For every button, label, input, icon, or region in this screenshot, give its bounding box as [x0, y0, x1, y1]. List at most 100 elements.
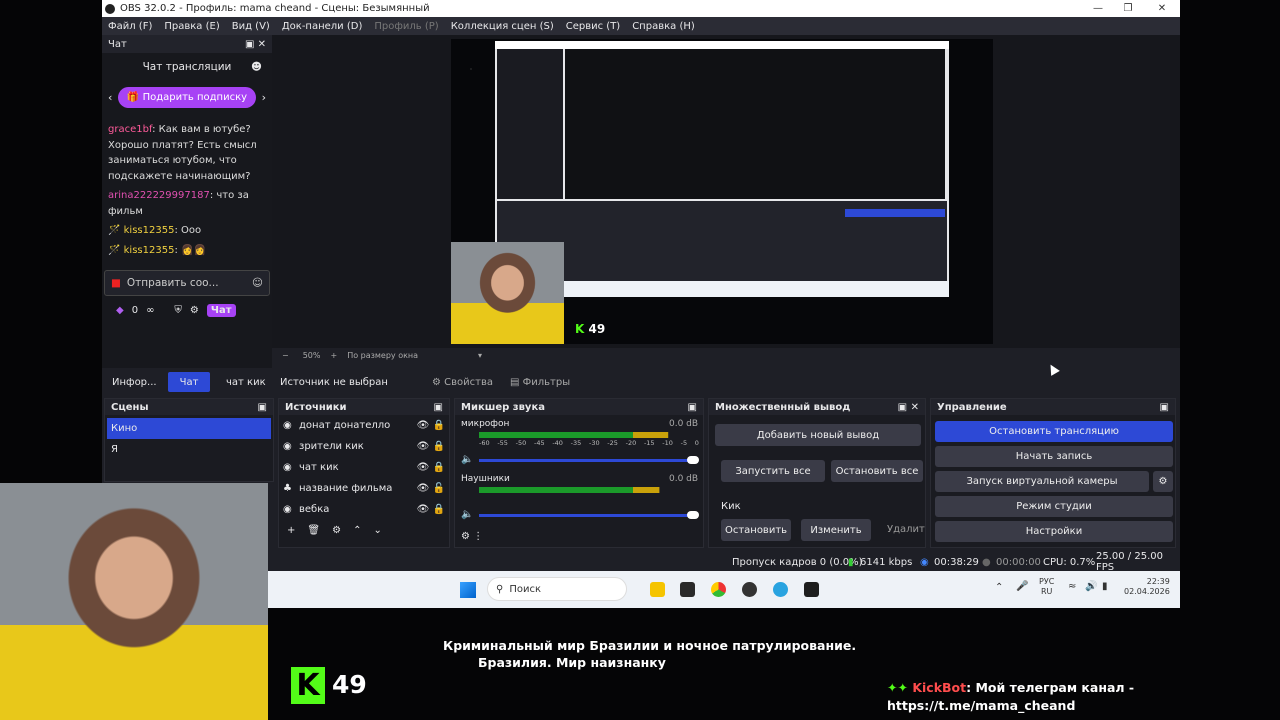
menu-docks[interactable]: Док-панели (D) [276, 21, 369, 32]
clock[interactable]: 22:39 02.04.2026 [1124, 577, 1170, 597]
maximize-icon[interactable]: ❐ [1112, 0, 1144, 17]
chevron-up-icon[interactable]: ⌃ [995, 582, 1003, 593]
close-dock-icon[interactable]: ✕ [911, 402, 919, 413]
close-dock-icon[interactable]: ✕ [258, 39, 266, 50]
source-item[interactable]: ◉ вебка 👁 🔒 [279, 499, 449, 520]
gift-subscription-button[interactable]: 🎁 Подарить подписку [118, 87, 256, 108]
float-icon[interactable]: ▣ [434, 402, 443, 413]
mixer-settings-icon[interactable]: ⚙ ⋮ [461, 531, 483, 542]
battery-icon[interactable]: ▮ [1102, 581, 1108, 592]
properties-button[interactable]: ⚙ Свойства [432, 377, 493, 388]
taskbar-search[interactable]: ⚲ Поиск [487, 577, 627, 601]
lock-icon[interactable]: 🔓 [433, 483, 445, 494]
add-output-button[interactable]: Добавить новый вывод [715, 424, 921, 446]
zoom-out-icon[interactable]: − [282, 351, 289, 360]
chat-user[interactable]: grace1bf [108, 124, 152, 135]
chevron-down-icon[interactable]: ▾ [478, 351, 482, 360]
float-icon[interactable]: ▣ [688, 402, 697, 413]
start-icon[interactable] [460, 582, 476, 598]
users-icon[interactable]: ☻ [251, 61, 262, 73]
terminal-icon[interactable] [804, 582, 819, 597]
lock-icon[interactable]: 🔒 [433, 462, 445, 473]
trash-icon[interactable]: 🗑 [307, 525, 320, 536]
stop-all-button[interactable]: Остановить все [831, 460, 923, 482]
virtual-camera-button[interactable]: Запуск виртуальной камеры [935, 471, 1149, 492]
tab-chat[interactable]: Чат [168, 372, 210, 392]
speaker-icon[interactable]: 🔈 [461, 509, 473, 520]
menu-help[interactable]: Справка (H) [626, 21, 701, 32]
lock-icon[interactable]: 🔒 [433, 441, 445, 452]
float-icon[interactable]: ▣ [898, 402, 907, 413]
stop-output-button[interactable]: Остановить [721, 519, 791, 541]
volume-slider[interactable] [479, 514, 693, 517]
stop-streaming-button[interactable]: Остановить трансляцию [935, 421, 1173, 442]
gear-icon[interactable]: ⚙ [1153, 471, 1173, 492]
eye-icon[interactable]: 👁 [417, 420, 430, 431]
obs-taskbar-icon[interactable] [742, 582, 757, 597]
volume-slider-handle[interactable] [687, 511, 699, 519]
mic-icon[interactable]: 🎤 [1016, 581, 1028, 592]
chevron-right-icon[interactable]: › [262, 91, 266, 104]
app-icon[interactable] [680, 582, 695, 597]
menu-view[interactable]: Вид (V) [226, 21, 276, 32]
close-icon[interactable]: ✕ [1146, 0, 1178, 17]
studio-mode-button[interactable]: Режим студии [935, 496, 1173, 517]
scene-item[interactable]: Я [107, 439, 271, 460]
scene-item[interactable]: Кино [107, 418, 271, 439]
chat-user[interactable]: arina222229997187 [108, 190, 210, 201]
gear-icon[interactable]: ⚙ [332, 525, 341, 536]
start-all-button[interactable]: Запустить все [721, 460, 825, 482]
eye-icon[interactable]: 👁 [417, 441, 430, 452]
emoji-icon[interactable]: ☺ [252, 277, 263, 289]
source-item[interactable]: ◉ зрители кик 👁 🔒 [279, 436, 449, 457]
scale-tick: -55 [497, 439, 508, 447]
float-icon[interactable]: ▣ [258, 402, 267, 413]
chevron-left-icon[interactable]: ‹ [108, 91, 112, 104]
chat-user[interactable]: kiss12355 [124, 225, 175, 236]
minimize-icon[interactable]: — [1082, 0, 1114, 17]
chat-send-button[interactable]: Чат [206, 304, 236, 317]
filters-button[interactable]: ▤ Фильтры [510, 377, 570, 388]
eye-icon[interactable]: 👁 [417, 483, 430, 494]
chat-dock: Чат ▣ ✕ Чат трансляции ☻ ‹ 🎁 Подарить по… [102, 35, 272, 395]
language-indicator[interactable]: РУС RU [1039, 577, 1054, 597]
speaker-icon[interactable]: 🔈 [461, 454, 473, 465]
float-icon[interactable]: ▣ [1160, 402, 1169, 413]
preview-canvas[interactable]: K 49 [451, 39, 993, 344]
shield-icon[interactable]: ⛨ [174, 305, 182, 316]
source-item[interactable]: ◉ чат кик 👁 🔒 [279, 457, 449, 478]
lock-icon[interactable]: 🔒 [433, 504, 445, 515]
move-up-icon[interactable]: ⌃ [353, 525, 361, 536]
settings-button[interactable]: Настройки [935, 521, 1173, 542]
source-item[interactable]: ♣ название фильма 👁 🔓 [279, 478, 449, 499]
telegram-icon[interactable] [773, 582, 788, 597]
float-icon[interactable]: ▣ [245, 39, 254, 50]
menu-file[interactable]: Файл (F) [102, 21, 158, 32]
source-item[interactable]: ◉ донат донателло 👁 🔒 [279, 415, 449, 436]
menu-scene-collection[interactable]: Коллекция сцен (S) [445, 21, 560, 32]
tab-kick-chat[interactable]: чат кик [226, 377, 266, 388]
menu-edit[interactable]: Правка (E) [158, 21, 225, 32]
lock-icon[interactable]: 🔒 [433, 420, 445, 431]
chat-user[interactable]: kiss12355 [124, 245, 175, 256]
wifi-icon[interactable]: ≈ [1068, 581, 1076, 592]
volume-slider[interactable] [479, 459, 693, 462]
volume-icon[interactable]: 🔊 [1085, 581, 1097, 592]
zoom-fit-select[interactable]: По размеру окна [347, 351, 418, 360]
delete-output-button[interactable]: Удалит [887, 524, 925, 535]
menu-profile[interactable]: Профиль (P) [368, 21, 444, 32]
chat-message-input[interactable]: ■ Отправить соо... ☺ [104, 270, 270, 296]
menu-tools[interactable]: Сервис (T) [560, 21, 626, 32]
volume-slider-handle[interactable] [687, 456, 699, 464]
eye-icon[interactable]: 👁 [417, 462, 430, 473]
move-down-icon[interactable]: ⌄ [373, 525, 381, 536]
eye-icon[interactable]: 👁 [417, 504, 430, 515]
add-icon[interactable]: + [287, 525, 295, 536]
zoom-in-icon[interactable]: + [330, 351, 337, 360]
folder-icon[interactable] [650, 582, 665, 597]
start-recording-button[interactable]: Начать запись [935, 446, 1173, 467]
gear-icon[interactable]: ⚙ [190, 305, 199, 316]
chrome-icon[interactable] [711, 582, 726, 597]
edit-output-button[interactable]: Изменить [801, 519, 871, 541]
tab-info[interactable]: Инфор... [112, 377, 157, 388]
